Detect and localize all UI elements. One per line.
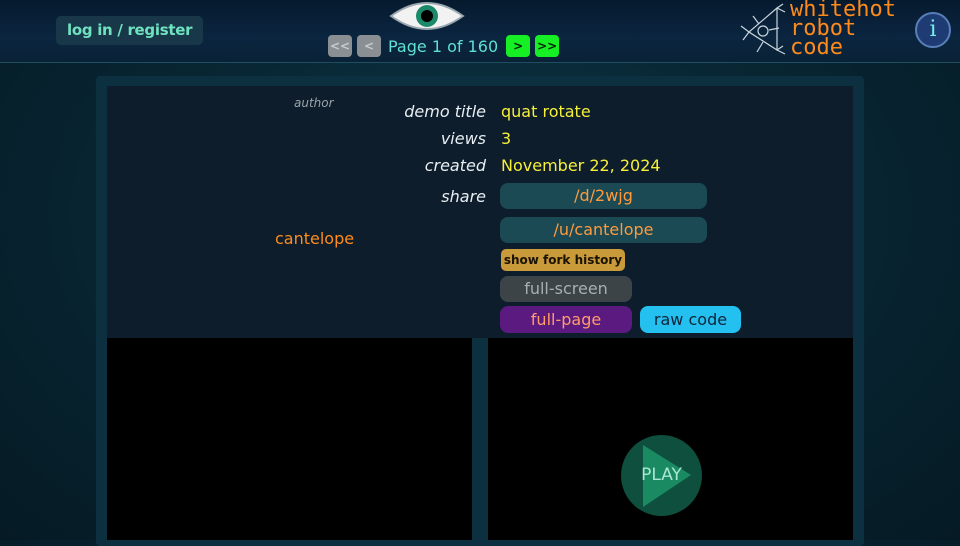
title-label: demo title xyxy=(404,102,486,121)
site-logo-text[interactable]: whitehot robot code xyxy=(790,0,915,59)
show-fork-history-button[interactable]: show fork history xyxy=(501,249,625,271)
author-name-link[interactable]: cantelope xyxy=(275,229,354,248)
full-page-button[interactable]: full-page xyxy=(500,306,632,333)
pagination: << < Page 1 of 160 > >> xyxy=(328,34,564,58)
last-page-button[interactable]: >> xyxy=(535,35,560,57)
created-label: created xyxy=(424,156,486,175)
demo-info-panel xyxy=(107,86,853,338)
views-count: 3 xyxy=(501,129,512,148)
login-register-button[interactable]: log in / register xyxy=(56,16,204,45)
demo-title: quat rotate xyxy=(501,102,591,121)
info-icon: i xyxy=(929,17,937,42)
eye-icon[interactable] xyxy=(389,0,465,32)
raw-code-button[interactable]: raw code xyxy=(640,306,741,333)
robot-logo-icon[interactable] xyxy=(739,2,787,58)
next-page-button[interactable]: > xyxy=(506,35,531,57)
share-user-link[interactable]: /u/cantelope xyxy=(500,217,707,243)
views-label: views xyxy=(440,129,486,148)
full-screen-button[interactable]: full-screen xyxy=(500,276,632,302)
page-indicator: Page 1 of 160 xyxy=(388,36,499,56)
created-date: November 22, 2024 xyxy=(501,156,661,175)
info-button[interactable]: i xyxy=(915,12,951,48)
share-demo-link[interactable]: /d/2wjg xyxy=(500,183,707,209)
prev-page-button[interactable]: < xyxy=(357,35,381,57)
top-bar: log in / register << < Page 1 of 160 > >… xyxy=(0,0,960,63)
play-button[interactable]: PLAY xyxy=(621,435,702,516)
code-editor-pane[interactable] xyxy=(107,338,472,540)
first-page-button[interactable]: << xyxy=(328,35,352,57)
play-label: PLAY xyxy=(641,465,682,485)
share-label: share xyxy=(441,187,486,206)
